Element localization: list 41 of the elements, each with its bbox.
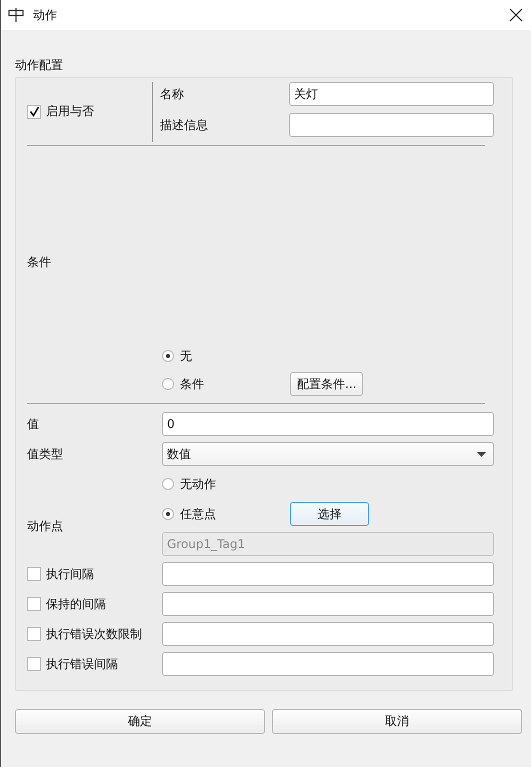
checkbox-label: 保持的间隔	[46, 596, 106, 612]
checkbox-label: 启用与否	[46, 103, 94, 120]
checkbox[interactable]	[27, 567, 41, 581]
window-title: 动作	[33, 6, 58, 24]
radio-button[interactable]	[162, 378, 174, 390]
checkbox[interactable]	[27, 597, 41, 611]
input-field[interactable]	[162, 652, 494, 676]
configure-button[interactable]: 配置条件...	[290, 372, 364, 396]
radio-label: 任意点	[180, 506, 216, 522]
select-button[interactable]: 选择	[290, 502, 369, 526]
checkbox-label: 执行错误间隔	[46, 656, 118, 672]
checkbox-label: 执行间隔	[46, 566, 94, 582]
field-label: 动作点	[27, 518, 64, 534]
dropdown[interactable]: 数值	[162, 442, 494, 466]
radio-button[interactable]	[162, 478, 174, 490]
checkbox-label: 执行错误次数限制	[46, 626, 142, 642]
signpost-icon	[8, 7, 24, 23]
field-label: 值类型	[27, 446, 64, 462]
checkbox[interactable]	[27, 104, 41, 118]
input-field[interactable]	[162, 622, 494, 646]
input-field[interactable]: 关灯	[289, 82, 494, 106]
input-field[interactable]	[162, 592, 494, 616]
field-label: 值	[27, 416, 40, 432]
cancel-button[interactable]: 取消	[272, 709, 522, 734]
input-field[interactable]	[162, 562, 494, 586]
radio-label: 无	[180, 348, 192, 364]
input-field[interactable]: 0	[162, 412, 494, 436]
section-label: 条件	[27, 255, 51, 269]
radio-label: 无动作	[180, 476, 216, 492]
radio-button[interactable]	[162, 350, 174, 362]
caret-icon	[477, 452, 486, 456]
radio-label: 条件	[180, 376, 204, 392]
radio-button[interactable]	[162, 508, 174, 520]
group-title: 动作配置	[15, 57, 63, 74]
checkbox[interactable]	[27, 627, 41, 641]
input-field[interactable]	[289, 113, 494, 137]
ok-button[interactable]: 确定	[15, 709, 265, 734]
close-icon[interactable]	[509, 8, 523, 22]
field-label: 描述信息	[160, 116, 209, 134]
field-label: 名称	[160, 86, 185, 102]
checkbox[interactable]	[27, 657, 41, 671]
